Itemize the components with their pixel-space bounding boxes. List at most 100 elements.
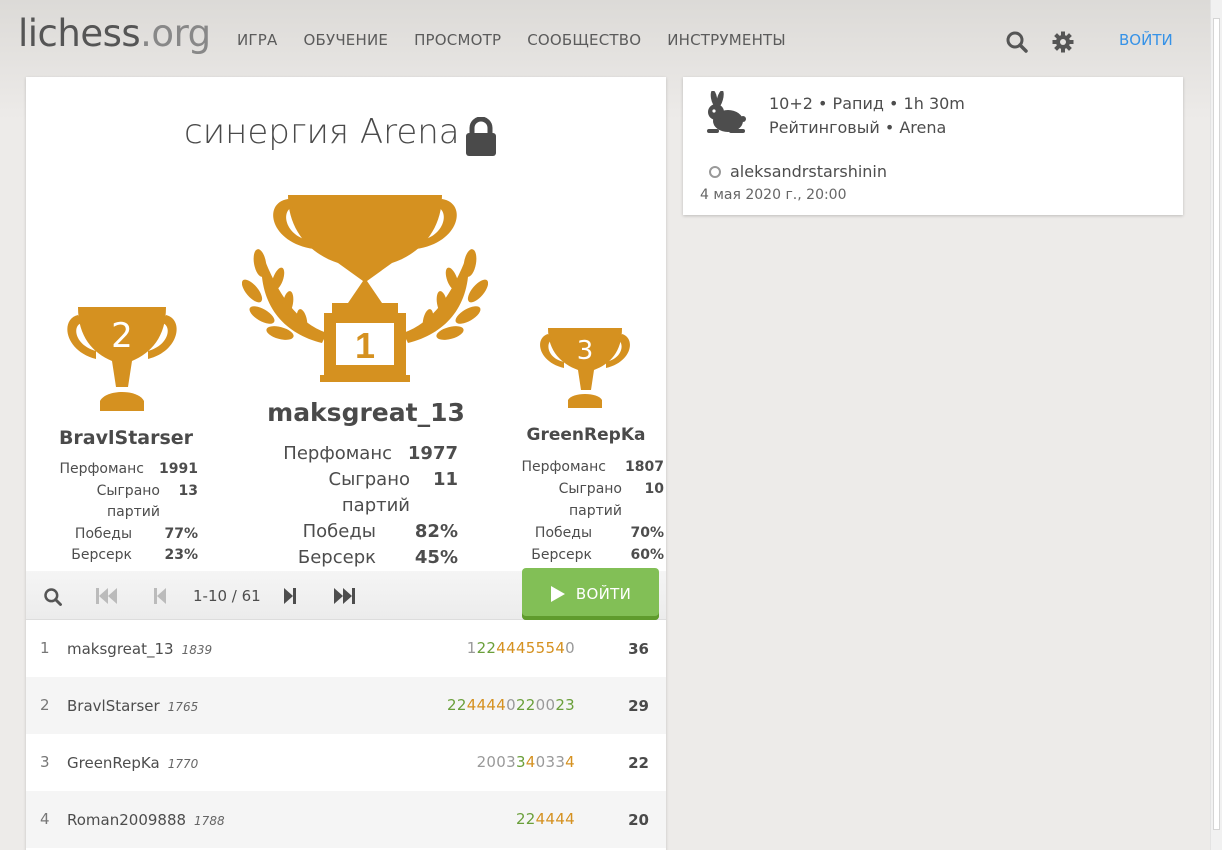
tournament-date: 4 мая 2020 г., 20:00 — [700, 187, 847, 203]
game-score: 4 — [506, 639, 516, 657]
row-total-score: 36 — [628, 640, 649, 658]
first-page-icon[interactable] — [96, 588, 118, 604]
tournament-type-info: Рейтинговый • Arena — [769, 118, 947, 137]
play-icon — [550, 586, 565, 602]
player-name: GreenRepKa — [67, 754, 160, 772]
game-score: 2 — [525, 696, 536, 714]
game-score: 4 — [555, 639, 566, 657]
game-score: 4 — [525, 753, 536, 771]
row-total-score: 20 — [628, 811, 649, 829]
table-row[interactable]: 3 GreenRepKa 1770 2003340334 22 — [26, 734, 666, 791]
player-rating: 1839 — [181, 643, 213, 657]
game-score: 4 — [476, 696, 487, 714]
site-header: lichess.org ИГРА ОБУЧЕНИЕ ПРОСМОТР СООБЩ… — [0, 0, 1222, 78]
main-nav: ИГРА ОБУЧЕНИЕ ПРОСМОТР СООБЩЕСТВО ИНСТРУ… — [237, 31, 812, 49]
game-score: 4 — [555, 810, 566, 828]
standings-pager: 1-10 / 61 ВОЙТИ — [26, 568, 666, 620]
game-score: 2 — [456, 696, 467, 714]
page-range: 1-10 / 61 — [193, 587, 261, 605]
game-score: 2 — [476, 639, 487, 657]
player-link[interactable]: GreenRepKa 1770 — [67, 754, 198, 772]
game-score: 0 — [506, 696, 516, 714]
game-score: 3 — [515, 753, 526, 771]
podium-second-name[interactable]: BravlStarser — [46, 427, 206, 449]
tournament-clock-info: 10+2 • Рапид • 1h 30m — [769, 94, 965, 113]
podium-first-name[interactable]: maksgreat_13 — [250, 398, 482, 427]
player-name: Roman2009888 — [67, 811, 187, 829]
game-score: 4 — [496, 696, 507, 714]
prev-page-icon[interactable] — [154, 588, 166, 604]
nav-play[interactable]: ИГРА — [237, 31, 277, 49]
table-row[interactable]: 1 maksgreat_13 1839 12244455540 36 — [26, 620, 666, 677]
game-score: 0 — [486, 753, 497, 771]
search-icon[interactable] — [43, 587, 63, 607]
game-score: 0 — [545, 696, 556, 714]
game-score: 0 — [535, 753, 546, 771]
game-score: 3 — [565, 696, 575, 714]
player-name: BravlStarser — [67, 697, 160, 715]
game-score: 2 — [447, 696, 457, 714]
lock-icon — [466, 117, 496, 156]
table-row[interactable]: 4 Roman2009888 1788 224444 20 — [26, 791, 666, 848]
offline-status-icon — [709, 166, 721, 178]
nav-community[interactable]: СООБЩЕСТВО — [527, 31, 641, 49]
tournament-info-box: 10+2 • Рапид • 1h 30m Рейтинговый • Aren… — [683, 77, 1183, 215]
player-rating: 1765 — [167, 700, 199, 714]
svg-text:3: 3 — [577, 336, 594, 366]
row-rank: 3 — [40, 753, 50, 771]
nav-tools[interactable]: ИНСТРУМЕНТЫ — [667, 31, 786, 49]
score-sheet: 2244440220023 — [447, 696, 575, 714]
join-button[interactable]: ВОЙТИ — [522, 568, 659, 620]
row-total-score: 29 — [628, 697, 649, 715]
game-score: 4 — [535, 810, 546, 828]
nav-learn[interactable]: ОБУЧЕНИЕ — [303, 31, 388, 49]
standings-table: 1 maksgreat_13 1839 12244455540 36 2 BravlStar… — [26, 620, 666, 848]
game-score: 0 — [535, 696, 546, 714]
login-link[interactable]: ВОЙТИ — [1119, 31, 1173, 49]
game-score: 1 — [466, 639, 477, 657]
row-rank: 1 — [40, 639, 50, 657]
podium-third-name[interactable]: GreenRepKa — [506, 425, 666, 445]
game-score: 2 — [525, 810, 536, 828]
nav-watch[interactable]: ПРОСМОТР — [414, 31, 501, 49]
gear-icon[interactable] — [1051, 30, 1075, 54]
tournament-title: синергия Arena — [184, 112, 460, 152]
site-logo[interactable]: lichess.org — [18, 12, 211, 55]
podium-third-stats: Перфоманс 1807 Сыграно партий 10 Победы 70%… — [521, 459, 664, 563]
score-sheet: 12244455540 — [467, 639, 575, 657]
last-page-icon[interactable] — [334, 588, 356, 604]
game-score: 4 — [565, 810, 575, 828]
podium-second-stats: Перфоманс 1991 Сыграно партий 13 Победы 77%… — [59, 461, 198, 563]
svg-text:1: 1 — [355, 325, 375, 366]
next-page-icon[interactable] — [284, 588, 296, 604]
player-link[interactable]: Roman2009888 1788 — [67, 811, 225, 829]
game-score: 4 — [565, 753, 575, 771]
game-score: 2 — [555, 696, 566, 714]
game-score: 3 — [555, 753, 566, 771]
game-score: 2 — [476, 753, 487, 771]
score-sheet: 224444 — [516, 810, 575, 828]
game-score: 4 — [466, 696, 477, 714]
game-score: 2 — [515, 696, 526, 714]
player-rating: 1770 — [167, 757, 199, 771]
trophy-third-icon: 3 — [540, 328, 630, 408]
trophy-first-icon: 1 — [242, 195, 488, 382]
rabbit-icon — [707, 91, 746, 133]
game-score: 4 — [515, 639, 526, 657]
game-score: 3 — [506, 753, 516, 771]
svg-text:2: 2 — [111, 316, 133, 356]
game-score: 3 — [545, 753, 556, 771]
row-rank: 4 — [40, 810, 50, 828]
game-score: 4 — [496, 639, 507, 657]
podium-first-stats: Перфоманс 1977 Сыграно партий 11 Победы 82%… — [283, 443, 458, 568]
search-icon[interactable] — [1005, 30, 1029, 54]
row-total-score: 22 — [628, 754, 649, 772]
game-score: 5 — [525, 639, 536, 657]
scrollbar-thumb[interactable] — [1213, 18, 1220, 830]
game-score: 2 — [515, 810, 526, 828]
creator-link[interactable]: aleksandrstarshinin — [730, 162, 887, 181]
player-link[interactable]: maksgreat_13 1839 — [67, 640, 212, 658]
score-sheet: 2003340334 — [477, 753, 575, 771]
player-link[interactable]: BravlStarser 1765 — [67, 697, 198, 715]
table-row[interactable]: 2 BravlStarser 1765 2244440220023 29 — [26, 677, 666, 734]
